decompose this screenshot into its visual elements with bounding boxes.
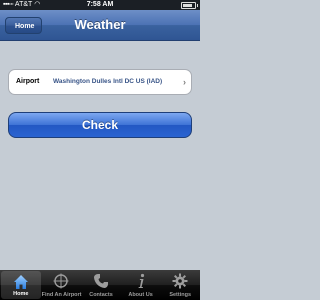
info-icon	[138, 273, 144, 288]
phone-icon	[93, 274, 108, 288]
status-time: 7:58 AM	[86, 1, 114, 8]
tab-settings[interactable]: Settings	[160, 270, 200, 300]
tab-label: Find An Airport	[41, 292, 82, 298]
airport-selector-row[interactable]: Airport Washington Dulles Intl DC US (IA…	[8, 69, 192, 95]
home-icon	[13, 275, 28, 289]
gear-icon	[172, 273, 188, 289]
target-icon	[53, 273, 69, 289]
tab-home[interactable]: Home	[1, 271, 41, 299]
tab-bar: Home Find An Airport Contacts About Us S…	[0, 270, 200, 300]
tab-label: About Us	[128, 292, 153, 298]
chevron-right-icon: ›	[183, 77, 186, 87]
airport-label: Airport	[16, 78, 40, 85]
tab-find-an-airport[interactable]: Find An Airport	[42, 270, 82, 300]
tab-contacts[interactable]: Contacts	[81, 270, 121, 300]
tab-label: Home	[13, 291, 29, 297]
tab-label: Settings	[169, 292, 192, 298]
navigation-bar: Weather Home	[0, 10, 200, 41]
tab-label: Contacts	[89, 292, 113, 298]
home-back-button[interactable]: Home	[5, 17, 43, 34]
tab-about-us[interactable]: About Us	[121, 270, 161, 300]
battery-icon	[181, 2, 198, 9]
check-button[interactable]: Check	[8, 112, 192, 138]
airport-value: Washington Dulles Intl DC US (IAD)	[53, 78, 163, 85]
status-bar: ▪▪▪▫▫ AT&T ◠ 7:58 AM	[0, 0, 200, 10]
